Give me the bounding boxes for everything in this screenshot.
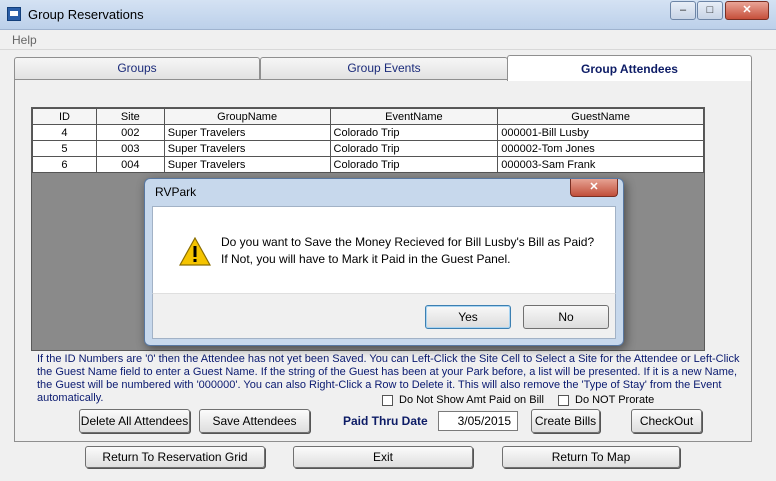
cell-guestname[interactable]: 000002-Tom Jones (497, 140, 704, 157)
tab-groups[interactable]: Groups (14, 57, 260, 79)
cell-site[interactable]: 003 (95, 140, 165, 157)
table-header-row: ID Site GroupName EventName GuestName (32, 108, 704, 125)
no-button[interactable]: No (523, 305, 609, 329)
do-not-prorate-label: Do NOT Prorate (575, 394, 655, 406)
menu-bar: Help (0, 30, 776, 50)
paid-thru-date-label: Paid Thru Date (343, 414, 428, 428)
delete-all-attendees-button[interactable]: Delete All Attendees (79, 409, 190, 433)
create-bills-button[interactable]: Create Bills (531, 409, 600, 433)
cell-id: 6 (32, 156, 97, 173)
maximize-button[interactable]: □ (697, 1, 723, 20)
cell-eventname: Colorado Trip (329, 156, 499, 173)
do-not-prorate-checkbox[interactable] (558, 395, 569, 406)
column-header-eventname[interactable]: EventName (329, 108, 499, 125)
column-header-guestname[interactable]: GuestName (497, 108, 704, 125)
dialog-body: Do you want to Save the Money Recieved f… (152, 206, 616, 293)
cell-id: 5 (32, 140, 97, 157)
cell-id: 4 (32, 124, 97, 141)
exit-button[interactable]: Exit (293, 446, 473, 468)
dialog-close-button[interactable]: ✕ (570, 179, 618, 197)
table-row[interactable]: 4 002 Super Travelers Colorado Trip 0000… (32, 124, 704, 141)
cell-site[interactable]: 004 (95, 156, 165, 173)
cell-guestname[interactable]: 000001-Bill Lusby (497, 124, 704, 141)
window-title: Group Reservations (28, 7, 144, 22)
attendees-table: ID Site GroupName EventName GuestName 4 … (32, 108, 704, 173)
tab-group-events[interactable]: Group Events (260, 57, 508, 79)
minimize-button[interactable]: – (670, 1, 696, 20)
save-attendees-button[interactable]: Save Attendees (199, 409, 310, 433)
dialog-footer: Yes No (152, 293, 616, 339)
close-button[interactable]: ✕ (725, 1, 769, 20)
menu-help[interactable]: Help (12, 33, 37, 47)
paid-thru-date-input[interactable]: 3/05/2015 (438, 411, 518, 431)
dialog-title: RVPark (155, 185, 197, 199)
warning-icon (179, 237, 211, 266)
cell-site[interactable]: 002 (95, 124, 165, 141)
tab-group-attendees[interactable]: Group Attendees (507, 55, 752, 81)
column-header-id[interactable]: ID (32, 108, 97, 125)
return-to-reservation-grid-button[interactable]: Return To Reservation Grid (85, 446, 265, 468)
app-icon (7, 7, 21, 21)
rvpark-dialog: RVPark ✕ Do you want to Save the Money R… (144, 178, 624, 346)
return-to-map-button[interactable]: Return To Map (502, 446, 680, 468)
title-bar: Group Reservations – □ ✕ (0, 0, 776, 30)
column-header-groupname[interactable]: GroupName (163, 108, 331, 125)
cell-guestname[interactable]: 000003-Sam Frank (497, 156, 704, 173)
dialog-message-line2: If Not, you will have to Mark it Paid in… (221, 252, 511, 266)
table-row[interactable]: 5 003 Super Travelers Colorado Trip 0000… (32, 140, 704, 157)
dialog-message-line1: Do you want to Save the Money Recieved f… (221, 235, 595, 249)
checkout-button[interactable]: CheckOut (631, 409, 702, 433)
do-not-show-amt-paid-label: Do Not Show Amt Paid on Bill (399, 394, 544, 406)
cell-groupname: Super Travelers (163, 140, 331, 157)
column-header-site[interactable]: Site (95, 108, 165, 125)
cell-groupname: Super Travelers (163, 156, 331, 173)
cell-groupname: Super Travelers (163, 124, 331, 141)
cell-eventname: Colorado Trip (329, 140, 499, 157)
do-not-show-amt-paid-checkbox[interactable] (382, 395, 393, 406)
table-row[interactable]: 6 004 Super Travelers Colorado Trip 0000… (32, 156, 704, 173)
cell-eventname: Colorado Trip (329, 124, 499, 141)
yes-button[interactable]: Yes (425, 305, 511, 329)
